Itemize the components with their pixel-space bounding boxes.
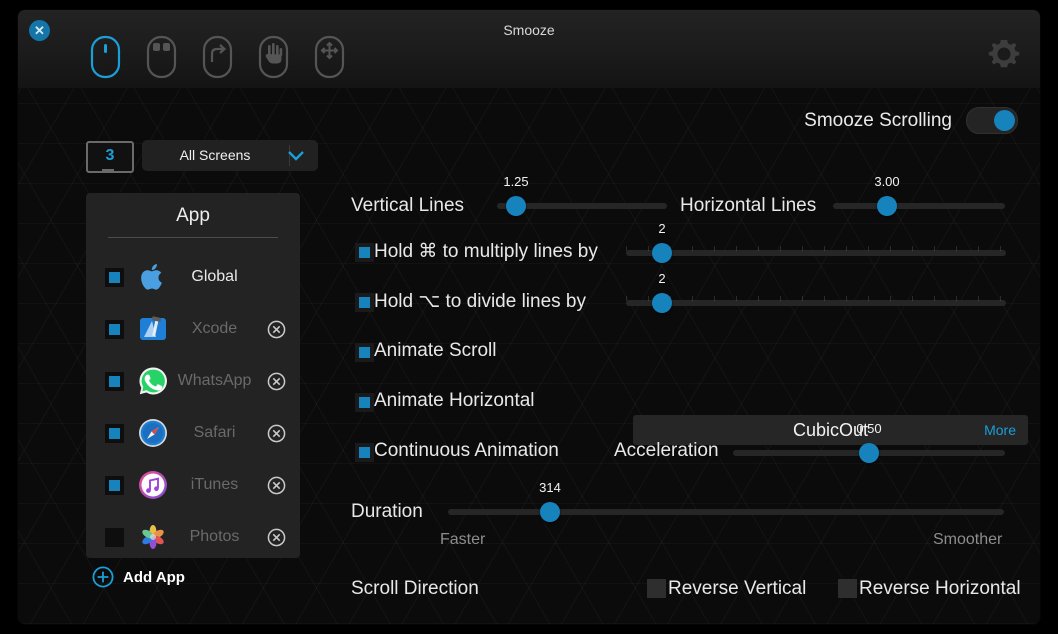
slider-track <box>448 509 1004 515</box>
remove-app-icon[interactable] <box>267 528 286 547</box>
duration-label: Duration <box>351 501 423 522</box>
slider-knob[interactable] <box>506 196 526 216</box>
smooze-scrolling-label: Smooze Scrolling <box>804 109 952 131</box>
remove-app-icon[interactable] <box>267 476 286 495</box>
slider-knob[interactable] <box>540 502 560 522</box>
app-enable-checkbox[interactable] <box>105 319 124 339</box>
list-item[interactable]: Photos <box>86 511 300 563</box>
horizontal-lines-value: 3.00 <box>874 174 900 189</box>
app-name: WhatsApp <box>177 372 252 389</box>
mouse-scroll-icon[interactable] <box>90 35 121 79</box>
list-item[interactable]: WhatsApp <box>86 355 300 407</box>
hold-divide-label: Hold ⌥ to divide lines by <box>374 291 586 312</box>
divide-slider[interactable]: 2 <box>626 271 1006 313</box>
acceleration-value: 0.50 <box>856 421 882 436</box>
title-bar: ✕ Smooze <box>18 10 1040 89</box>
duration-min-hint: Faster <box>440 531 486 548</box>
screens-dropdown[interactable]: All Screens <box>142 140 318 171</box>
list-item[interactable]: Global <box>86 251 300 303</box>
hold-divide-checkbox[interactable] <box>355 293 374 312</box>
remove-app-icon[interactable] <box>267 372 286 391</box>
continuous-animation-checkbox[interactable] <box>355 443 374 462</box>
acceleration-slider[interactable]: 0.50 <box>733 421 1005 463</box>
app-window: ✕ Smooze Smooze Scrolling 3 All Screens … <box>18 10 1040 624</box>
continuous-animation-label: Continuous Animation <box>374 440 559 461</box>
animate-horizontal-checkbox[interactable] <box>355 393 374 412</box>
slider-track <box>833 203 1005 209</box>
app-name: Xcode <box>191 320 238 337</box>
monitor-stand-icon <box>102 169 114 173</box>
multiply-value: 2 <box>658 221 666 236</box>
remove-app-icon[interactable] <box>267 424 286 443</box>
list-item[interactable]: Safari <box>86 407 300 459</box>
screens-dropdown-value: All Screens <box>179 147 251 163</box>
smooze-scrolling-toggle[interactable] <box>966 107 1018 134</box>
plus-circle-icon <box>92 566 114 588</box>
list-item[interactable]: Xcode <box>86 303 300 355</box>
mouse-move-icon[interactable] <box>314 35 345 79</box>
duration-slider[interactable]: 314 <box>448 480 1004 522</box>
acceleration-label: Acceleration <box>614 440 719 461</box>
reverse-vertical-checkbox[interactable] <box>647 579 666 598</box>
app-list-header: App <box>176 205 210 226</box>
divide-value: 2 <box>658 271 666 286</box>
remove-app-icon[interactable] <box>267 320 286 339</box>
chevron-down-icon <box>288 151 304 161</box>
slider-knob[interactable] <box>877 196 897 216</box>
animate-scroll-checkbox[interactable] <box>355 343 374 362</box>
duration-value: 314 <box>539 480 561 495</box>
slider-ticks <box>626 246 1006 251</box>
app-enable-checkbox[interactable] <box>105 267 124 287</box>
add-app-button[interactable]: Add App <box>92 566 185 588</box>
app-name: Global <box>191 268 238 285</box>
hold-multiply-label: Hold ⌘ to multiply lines by <box>374 241 598 262</box>
app-name: iTunes <box>190 476 239 493</box>
app-enable-checkbox[interactable] <box>105 371 124 391</box>
vertical-lines-slider[interactable]: 1.25 <box>497 174 667 216</box>
content-area: Smooze Scrolling 3 All Screens App Globa… <box>18 88 1040 624</box>
slider-ticks <box>626 296 1006 301</box>
gear-icon[interactable] <box>984 34 1024 74</box>
animate-horizontal-label: Animate Horizontal <box>374 390 535 411</box>
slider-knob[interactable] <box>652 293 672 313</box>
app-enable-checkbox[interactable] <box>105 475 124 495</box>
reverse-horizontal-label: Reverse Horizontal <box>859 578 1021 599</box>
slider-knob[interactable] <box>652 243 672 263</box>
mouse-hand-icon[interactable] <box>258 35 289 79</box>
easing-more-link[interactable]: More <box>984 415 1016 445</box>
app-enable-checkbox[interactable] <box>105 527 124 547</box>
horizontal-lines-slider[interactable]: 3.00 <box>833 174 1005 216</box>
horizontal-lines-label: Horizontal Lines <box>680 195 817 216</box>
smooze-scrolling-row: Smooze Scrolling <box>804 107 1018 134</box>
vertical-lines-label: Vertical Lines <box>351 195 465 216</box>
mouse-gestures-icon[interactable] <box>202 35 233 79</box>
app-list-divider <box>108 237 278 238</box>
list-item[interactable]: iTunes <box>86 459 300 511</box>
duration-max-hint: Smoother <box>933 531 1003 548</box>
app-list-panel: App Global Xcode WhatsApp Safari iTunes … <box>86 193 300 558</box>
toggle-knob <box>994 110 1015 131</box>
multiply-slider[interactable]: 2 <box>626 221 1006 263</box>
vertical-lines-value: 1.25 <box>503 174 529 189</box>
app-name: Safari <box>193 424 236 441</box>
scroll-direction-label: Scroll Direction <box>351 578 479 599</box>
app-name: Photos <box>189 528 240 545</box>
slider-knob[interactable] <box>859 443 879 463</box>
hold-multiply-checkbox[interactable] <box>355 243 374 262</box>
app-enable-checkbox[interactable] <box>105 423 124 443</box>
add-app-label: Add App <box>123 568 185 586</box>
mouse-buttons-icon[interactable] <box>146 35 177 79</box>
reverse-vertical-label: Reverse Vertical <box>668 578 807 599</box>
toolbar <box>90 32 345 82</box>
reverse-horizontal-checkbox[interactable] <box>838 579 857 598</box>
animate-scroll-label: Animate Scroll <box>374 340 497 361</box>
